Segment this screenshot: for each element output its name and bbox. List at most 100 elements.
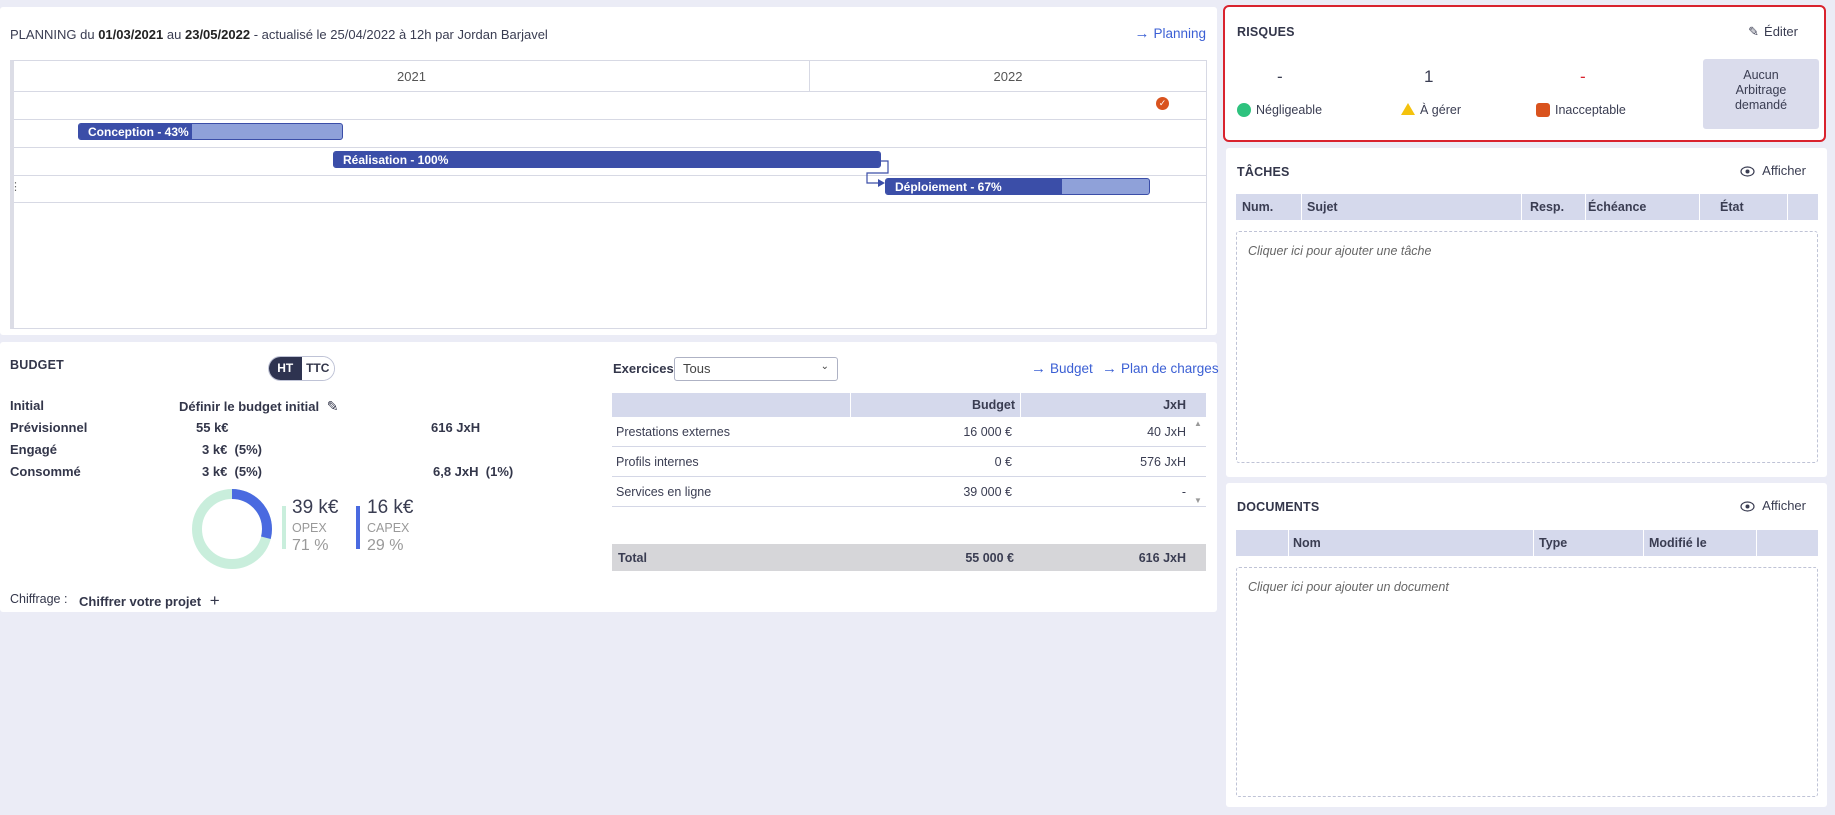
risques-title: RISQUES: [1237, 25, 1295, 39]
toggle-ht[interactable]: HT: [269, 357, 302, 380]
budget-table: Budget JxH Prestations externes 16 000 €…: [612, 393, 1206, 536]
pencil-icon: ✎: [1748, 24, 1760, 39]
chiffrer-projet-button[interactable]: Chiffrer votre projet +: [79, 591, 220, 611]
scroll-down-icon[interactable]: ▼: [1194, 496, 1202, 505]
drag-handle-icon[interactable]: ⋮: [10, 182, 21, 199]
header-echeance[interactable]: Échéance: [1588, 200, 1646, 214]
gantt-year-2022: 2022: [993, 69, 1023, 84]
header-budget: Budget: [971, 398, 1015, 412]
budget-label-consomme: Consommé: [10, 464, 81, 479]
risk-count-negligeable: -: [1277, 67, 1283, 86]
row-budget: 39 000 €: [963, 485, 1012, 499]
chevron-down-icon: ⌄: [820, 361, 829, 372]
table-row[interactable]: Prestations externes 16 000 € 40 JxH: [612, 417, 1206, 447]
capex-marker: [356, 506, 360, 549]
add-document-placeholder: Cliquer ici pour ajouter un document: [1248, 580, 1449, 594]
gantt-year-2021: 2021: [397, 69, 426, 84]
table-divider: [1301, 194, 1302, 220]
gantt-bar-realisation[interactable]: Réalisation - 100%: [333, 151, 881, 168]
header-nom[interactable]: Nom: [1293, 536, 1321, 550]
show-label: Afficher: [1762, 163, 1806, 178]
planning-link-label: Planning: [1153, 26, 1206, 41]
documents-title: DOCUMENTS: [1237, 500, 1320, 514]
gantt-year-header: 2021 2022: [14, 61, 1206, 92]
table-row[interactable]: Profils internes 0 € 576 JxH: [612, 447, 1206, 477]
row-name: Services en ligne: [616, 485, 712, 499]
total-label: Total: [618, 551, 647, 565]
planning-link[interactable]: → Planning: [1134, 25, 1206, 42]
documents-show-button[interactable]: Afficher: [1740, 498, 1806, 513]
risk-count-a-gerer: 1: [1424, 67, 1434, 86]
arbitrage-line-1: Aucun: [1743, 68, 1779, 82]
plan-de-charges-link-label: Plan de charges: [1121, 361, 1219, 376]
taches-show-button[interactable]: Afficher: [1740, 163, 1806, 178]
arbitrage-line-2: Arbitrage: [1735, 83, 1787, 97]
scroll-up-icon[interactable]: ▲: [1194, 419, 1202, 428]
gantt-bar-deploiement[interactable]: Déploiement - 67%: [885, 178, 1150, 195]
table-row[interactable]: Services en ligne 39 000 € -: [612, 477, 1206, 507]
budget-value-engage: 3 k€ (5%): [202, 442, 262, 457]
planning-updated: - actualisé le 25/04/2022 à 12h par Jord…: [253, 27, 548, 42]
arbitrage-box[interactable]: Aucun Arbitrage demandé: [1703, 59, 1819, 129]
table-scrollbar[interactable]: ▲ ▼: [1192, 417, 1206, 507]
chiffrage-label: Chiffrage :: [10, 592, 68, 606]
header-jxh: JxH: [1163, 398, 1186, 412]
exercices-select-value: Tous: [683, 361, 711, 376]
risques-card: RISQUES ✎ Éditer - Négligeable 1 À gérer …: [1223, 5, 1826, 142]
table-divider: [1533, 530, 1534, 556]
documents-table-header: Nom Type Modifié le: [1236, 530, 1818, 556]
exercices-label: Exercices: [613, 361, 674, 376]
table-divider: [1521, 194, 1522, 220]
planning-title: PLANNING: [10, 27, 77, 42]
table-divider: [1787, 194, 1788, 220]
red-square-icon: [1536, 103, 1550, 117]
header-modifie-le[interactable]: Modifié le: [1649, 536, 1707, 550]
toggle-ttc[interactable]: TTC: [301, 357, 334, 380]
row-jxh: 40 JxH: [1147, 425, 1186, 439]
budget-link[interactable]: → Budget: [1031, 360, 1093, 377]
add-document-area[interactable]: Cliquer ici pour ajouter un document: [1236, 567, 1818, 797]
budget-table-header: Budget JxH: [612, 393, 1206, 417]
table-divider: [850, 393, 851, 417]
exercices-select[interactable]: Tous ⌄: [674, 357, 838, 381]
taches-card: TÂCHES Afficher Num. Sujet Resp. Échéanc…: [1226, 148, 1827, 477]
gantt-bar-conception[interactable]: Conception - 43%: [78, 123, 343, 140]
define-initial-budget-label: Définir le budget initial: [179, 399, 320, 414]
gantt-bar-label: Conception - 43%: [88, 125, 189, 139]
gantt-chart: 2021 2022 ✓ Conception - 43% Réalisation…: [10, 60, 1207, 329]
total-budget: 55 000 €: [965, 551, 1014, 565]
documents-card: DOCUMENTS Afficher Nom Type Modifié le C…: [1226, 483, 1827, 807]
header-sujet[interactable]: Sujet: [1307, 200, 1338, 214]
add-task-area[interactable]: Cliquer ici pour ajouter une tâche: [1236, 231, 1818, 463]
define-initial-budget-link[interactable]: Définir le budget initial ✎: [179, 398, 338, 415]
eye-icon: [1740, 501, 1755, 512]
gantt-row-milestone: ✓: [14, 92, 1206, 120]
header-resp[interactable]: Resp.: [1530, 200, 1564, 214]
table-divider: [1643, 530, 1644, 556]
capex-pct: 29 %: [367, 537, 404, 554]
row-name: Profils internes: [616, 455, 699, 469]
edit-label: Éditer: [1764, 24, 1798, 39]
budget-card: BUDGET HT TTC Initial Définir le budget …: [0, 342, 1219, 612]
risk-inacceptable: Inacceptable: [1536, 103, 1626, 117]
show-label: Afficher: [1762, 498, 1806, 513]
row-budget: 16 000 €: [963, 425, 1012, 439]
header-num[interactable]: Num.: [1242, 200, 1273, 214]
taches-table-header: Num. Sujet Resp. Échéance État: [1236, 194, 1818, 220]
taches-title: TÂCHES: [1237, 165, 1290, 179]
edit-risques-button[interactable]: ✎ Éditer: [1748, 24, 1798, 40]
total-jxh: 616 JxH: [1138, 551, 1186, 565]
header-etat[interactable]: État: [1720, 200, 1744, 214]
opex-marker: [282, 506, 286, 549]
green-circle-icon: [1237, 103, 1251, 117]
capex-label: CAPEX: [367, 521, 410, 535]
chiffrer-projet-label: Chiffrer votre projet: [79, 594, 202, 609]
plan-de-charges-link[interactable]: → Plan de charges: [1102, 360, 1219, 377]
milestone-check-icon[interactable]: ✓: [1156, 97, 1169, 110]
budget-label-engage: Engagé: [10, 442, 57, 457]
capex-value: 16 k€: [367, 497, 414, 518]
ht-ttc-toggle[interactable]: HT TTC: [268, 356, 335, 381]
plus-icon: +: [209, 591, 220, 610]
risk-a-gerer: À gérer: [1401, 103, 1461, 117]
header-type[interactable]: Type: [1539, 536, 1567, 550]
